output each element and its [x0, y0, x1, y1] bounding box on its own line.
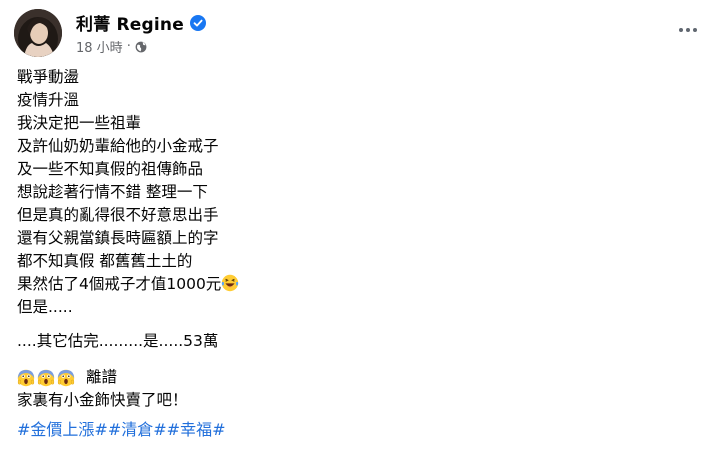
post-line: 及一些不知真假的祖傳飾品: [17, 160, 204, 178]
post-line: 都不知真假 都舊舊土土的: [17, 252, 193, 270]
post-line-with-emoji: 離譜: [17, 366, 699, 389]
post-line: 戰爭動盪: [17, 68, 80, 86]
post-line: 想說趁著行情不錯 整理一下: [17, 183, 208, 201]
post-line: 我決定把一些祖輩: [17, 114, 142, 132]
post-line-text: 果然估了4個戒子才值1000元: [17, 275, 222, 293]
post-body: 戰爭動盪 疫情升溫 我決定把一些祖輩 及許仙奶奶輩給他的小金戒子 及一些不知真假…: [17, 66, 699, 442]
post-line: 但是真的亂得很不好意思出手: [17, 206, 219, 224]
post-line: 家裏有小金飾快賣了吧！: [17, 391, 188, 409]
screaming-face-emoji: [17, 369, 35, 387]
post-line-with-emoji: 果然估了4個戒子才值1000元: [17, 273, 699, 296]
post-line: 疫情升溫: [17, 91, 80, 109]
verified-badge-icon: [189, 14, 206, 31]
hashtag-link[interactable]: #幸福#: [167, 420, 226, 439]
post-line: 但是.....: [17, 298, 73, 316]
meta-separator: ·: [126, 39, 131, 54]
post-header: 利菁 Regine 18 小時 ·: [14, 6, 707, 60]
post-line-text: 離譜: [86, 368, 118, 386]
laughing-tears-emoji: [221, 274, 239, 292]
post-line: ....其它估完.........是.....53萬: [17, 332, 219, 350]
hashtag-row: #金價上漲##清倉##幸福#: [17, 418, 699, 442]
screaming-face-emoji: [37, 369, 55, 387]
post-line: 還有父親當鎮長時匾額上的字: [17, 229, 219, 247]
post-timestamp[interactable]: 18 小時: [76, 37, 123, 56]
hashtag-link[interactable]: #清倉#: [108, 420, 167, 439]
avatar[interactable]: [14, 9, 62, 57]
globe-icon: [135, 41, 147, 53]
author-name[interactable]: 利菁 Regine: [76, 10, 184, 35]
more-options-icon[interactable]: [675, 20, 701, 40]
hashtag-link[interactable]: #金價上漲#: [17, 420, 108, 439]
post-line: 及許仙奶奶輩給他的小金戒子: [17, 137, 219, 155]
screaming-face-emoji: [57, 369, 75, 387]
